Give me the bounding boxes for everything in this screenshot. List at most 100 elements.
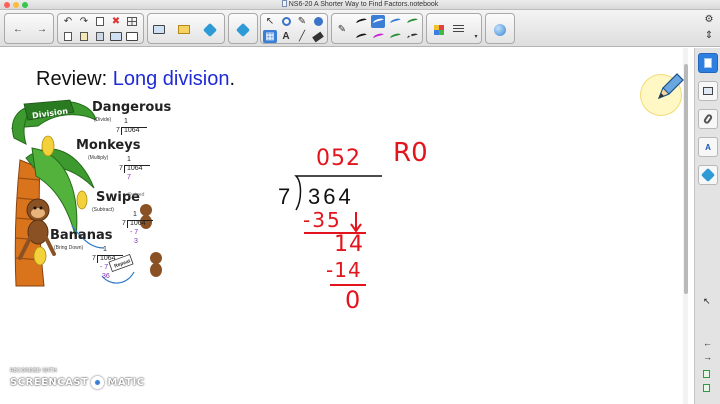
line-icon[interactable]: ╱ (295, 30, 309, 43)
step-divide-dividend: 1064 (124, 127, 140, 134)
delete-icon[interactable]: ✖ (109, 15, 123, 28)
properties-group: ▾ (426, 13, 482, 44)
window-title: NS6-20 A Shorter Way to Find Factors.not… (0, 0, 720, 10)
document-camera-group (228, 13, 258, 44)
step-subtract-quotient: 1 (133, 211, 137, 218)
right-sidebar: A ↖ ← → (694, 48, 720, 404)
step-divide-divisor: 7 (116, 127, 120, 134)
back-arrow-icon[interactable]: ← (11, 23, 25, 36)
edit-group: ↶ ↷ ✖ (57, 13, 144, 44)
pen-color-dashed-icon[interactable] (405, 30, 419, 43)
display-group (147, 13, 225, 44)
step-bring-down-word: Bananas (50, 228, 113, 243)
save-icon[interactable] (93, 30, 107, 43)
long-division-poster[interactable]: Division Dangerous (Divide) 1 7 1064 Mon… (10, 98, 171, 290)
title-bar: NS6-20 A Shorter Way to Find Factors.not… (0, 0, 720, 10)
fullscreen-icon[interactable] (125, 30, 139, 43)
swiped-caption: Swiped (128, 192, 145, 198)
pencil-cursor-icon (657, 73, 684, 100)
step-subtract-sub: (Subtract) (92, 207, 114, 213)
page-sorter-icon (704, 58, 712, 68)
step-multiply-dividend: 1064 (127, 165, 143, 172)
watermark-brand: SCREENCAST (10, 377, 89, 388)
text-icon[interactable]: A (279, 30, 293, 43)
pen-color-blue-icon[interactable] (388, 15, 402, 28)
small-page-2-icon[interactable] (703, 384, 710, 392)
undo-icon[interactable]: ↶ (61, 15, 75, 28)
page-sorter-tab[interactable] (698, 53, 718, 73)
navigation-group: ← → (4, 13, 54, 44)
response-icon[interactable] (177, 23, 191, 36)
step-divide-quotient: 1 (124, 118, 128, 125)
fill-icon[interactable] (311, 15, 325, 28)
step-bring-down-sub: (Bring Down) (54, 245, 84, 251)
table-icon[interactable] (125, 15, 139, 28)
add-ons-icon[interactable] (202, 22, 218, 37)
select-icon[interactable]: ↖ (263, 15, 277, 28)
attachments-tab[interactable] (698, 109, 718, 129)
step-multiply-divisor: 7 (119, 165, 123, 172)
pen-color-green-2-icon[interactable] (388, 30, 402, 43)
pen-color-selected-icon[interactable] (371, 15, 385, 28)
grid-select-icon[interactable]: ▦ (263, 30, 277, 43)
bring-down-arrow-icon (350, 212, 362, 233)
copy-icon[interactable] (93, 15, 107, 28)
dividend: 364 (308, 184, 354, 209)
step-divide-word: Dangerous (92, 100, 172, 115)
smart-notebook-window: NS6-20 A Shorter Way to Find Factors.not… (0, 0, 720, 404)
main-toolbar: ← → ↶ ↷ ✖ ↖ ✎ ▦ A ╱ ✎ ▾ ⚙ ⇕ (0, 10, 720, 47)
step-subtract-divisor: 7 (122, 220, 126, 227)
eraser-icon[interactable] (311, 30, 325, 43)
shapes-icon[interactable] (279, 15, 293, 28)
properties-tab[interactable]: A (698, 137, 718, 157)
small-page-icon[interactable] (703, 370, 710, 378)
final-remainder: 0 (345, 286, 361, 314)
divisor: 7 (278, 184, 291, 209)
heading-suffix: . (229, 68, 236, 90)
step-subtract-result: 3 (134, 238, 138, 245)
pen-style-icon[interactable]: ✎ (335, 23, 349, 36)
previous-page-arrow-icon[interactable]: ↖ (703, 296, 711, 307)
pen-icon[interactable]: ✎ (295, 15, 309, 28)
handwritten-remainder: R0 (393, 138, 428, 168)
forward-arrow-icon[interactable]: → (35, 23, 49, 36)
next-arrow-icon[interactable]: → (703, 352, 712, 362)
pen-color-green-icon[interactable] (405, 15, 419, 28)
document-camera-icon[interactable] (235, 22, 251, 37)
pen-color-magenta-icon[interactable] (371, 30, 385, 43)
window-title-text: NS6-20 A Shorter Way to Find Factors.not… (288, 1, 439, 8)
gallery-icon (703, 87, 713, 95)
heading-prefix: Review: (36, 68, 113, 90)
color-palette-icon[interactable] (432, 23, 446, 36)
first-subtraction: -35 (303, 208, 342, 232)
heading-highlight: Long division (112, 68, 230, 90)
pen-styles-group: ✎ (331, 13, 423, 44)
redo-icon[interactable]: ↷ (77, 15, 91, 28)
screen-shade-icon[interactable] (109, 30, 123, 43)
watermark-line1: RECORDED WITH (10, 368, 58, 374)
toolbar-toggle-icon[interactable]: ⇕ (702, 29, 716, 42)
line-style-icon[interactable] (451, 23, 465, 36)
line-style-dropdown-icon[interactable]: ▾ (469, 30, 483, 43)
add-ons-tab[interactable] (698, 165, 718, 185)
magic-pen-icon[interactable] (493, 23, 507, 36)
paste-icon[interactable] (77, 30, 91, 43)
step-subtract-minus: - 7 (130, 229, 139, 236)
notebook-page[interactable]: Review: Long division. Division Dangerou… (0, 48, 688, 404)
step-bring-down-minus: - 7 (100, 264, 109, 271)
tools-group: ↖ ✎ ▦ A ╱ (260, 13, 328, 44)
step-bring-down-quotient: 1 (103, 246, 107, 253)
page-heading: Review: Long division. (36, 68, 235, 91)
pen-color-black-icon[interactable] (354, 15, 368, 28)
second-subtraction: -14 (326, 258, 362, 282)
settings-gear-icon[interactable]: ⚙ (702, 13, 716, 26)
monitor-icon[interactable] (152, 23, 166, 36)
previous-arrow-icon[interactable]: ← (703, 338, 712, 348)
gallery-tab[interactable] (698, 81, 718, 101)
pen-color-black-2-icon[interactable] (354, 30, 368, 43)
sidebar-add-ons-icon (700, 167, 716, 183)
magic-pen-group (485, 13, 515, 44)
new-page-icon[interactable] (61, 30, 75, 43)
step-bring-down-result: 36 (102, 273, 110, 280)
step-multiply-product: 7 (127, 174, 131, 181)
